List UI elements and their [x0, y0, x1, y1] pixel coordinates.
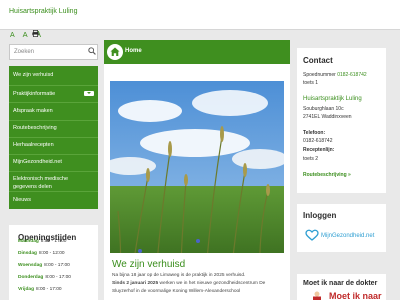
- hours-time: 8:00 - 17:00: [40, 239, 67, 244]
- doctor-icon: [313, 291, 321, 300]
- hours-time: 8:00 - 17:00: [45, 275, 71, 280]
- nav-divider: [9, 154, 98, 155]
- nav-divider: [9, 137, 98, 138]
- article-text: Sinds 2 januari 2025 werken we in het ni…: [112, 281, 266, 286]
- search-icon[interactable]: [88, 47, 96, 55]
- font-size-controls: A A A: [10, 30, 47, 39]
- site-name[interactable]: Huisartspraktijk Luling: [9, 8, 77, 15]
- home-icon[interactable]: [107, 44, 123, 60]
- nav-divider: [9, 120, 98, 121]
- hours-day: Vrijdag: [18, 287, 34, 292]
- contact-title: Contact: [303, 56, 333, 65]
- hours-row: Maandag 8:00 - 17:00: [18, 239, 66, 244]
- login-card: Inloggen MijnGezondheid.net: [297, 204, 386, 252]
- street: Souburghlaan 10c: [303, 106, 344, 112]
- doctor-check-banner-text: Moet ik naar: [329, 291, 382, 300]
- sidebar-item-nieuws[interactable]: Nieuws: [9, 197, 98, 203]
- practice-name: Huisartspraktijk Luling: [303, 96, 362, 102]
- hours-row: Vrijdag 8:00 - 17:00: [18, 287, 62, 292]
- hours-day: Woensdag: [18, 263, 43, 268]
- recept-label: Receptenlijn:: [303, 147, 335, 153]
- sidebar-item-herhaalrecepten[interactable]: Herhaalrecepten: [9, 142, 98, 148]
- hours-row: Donderdag 8:00 - 17:00: [18, 275, 71, 280]
- article-text: Na bijna 18 jaar op de Limaweg is de pra…: [112, 273, 246, 278]
- contact-card: Contact Spoednummer 0182-618742 toets 1 …: [297, 48, 386, 193]
- font-size-small[interactable]: A: [10, 32, 15, 39]
- hours-row: Dinsdag 8:00 - 12:00: [18, 251, 65, 256]
- sidebar-item-medische-gegevens[interactable]: Elektronisch medische gegevens delen: [9, 175, 91, 191]
- hours-day: Donderdag: [18, 275, 44, 280]
- hours-time: 8:00 - 17:00: [36, 287, 62, 292]
- tel-label: Telefoon:: [303, 130, 326, 136]
- route-link[interactable]: Routebeschrijving »: [303, 172, 351, 178]
- nav-divider: [9, 191, 98, 192]
- nav-divider: [9, 102, 98, 103]
- phone-ext: toets 1: [303, 80, 319, 86]
- article-title: We zijn verhuisd: [112, 259, 186, 270]
- hours-row: Woensdag 8:00 - 17:00: [18, 263, 70, 268]
- search-input[interactable]: Zoeken: [9, 44, 98, 60]
- doctor-check-title: Moet ik naar de dokter: [303, 280, 378, 287]
- article-text: Sluyzerhof in de voormalige Koning Wille…: [112, 289, 241, 294]
- phone-label: Spoednummer: [303, 72, 336, 78]
- font-size-medium[interactable]: A: [23, 30, 28, 39]
- sidebar-item-mijngezondheid[interactable]: MijnGezondheid.net: [9, 159, 98, 165]
- sidebar-item-route[interactable]: Routebeschrijving: [9, 125, 98, 131]
- hours-time: 8:00 - 12:00: [38, 251, 65, 256]
- doctor-check-banner[interactable]: Moet ik naar: [303, 291, 382, 300]
- breadcrumb: Home: [104, 40, 290, 64]
- sidebar-item-afspraak[interactable]: Afspraak maken: [9, 108, 98, 114]
- city: 2741EL Waddinxveen: [303, 114, 352, 120]
- article: We zijn verhuisd Na bijna 18 jaar op de …: [104, 253, 290, 300]
- opening-hours: Openingstijden Maandag 8:00 - 17:00 Dinsd…: [9, 225, 98, 300]
- doctor-check-card: Moet ik naar de dokter Moet ik naar: [297, 274, 386, 300]
- breadcrumb-home[interactable]: Home: [125, 48, 142, 54]
- article-date: Sinds 2 januari 2025: [112, 281, 159, 286]
- mijngezondheid-logo[interactable]: [305, 229, 319, 241]
- top-bar: Huisartspraktijk Luling: [0, 0, 400, 30]
- hours-day: Maandag: [18, 239, 39, 244]
- login-title: Inloggen: [303, 211, 337, 220]
- chevron-down-icon[interactable]: [84, 91, 94, 96]
- sidebar-nav: We zijn verhuisd Praktijkinformatie Afsp…: [9, 66, 98, 209]
- hours-time: 8:00 - 17:00: [44, 263, 70, 268]
- nav-divider: [9, 85, 98, 86]
- contact-phone-line: Spoednummer 0182-618742: [303, 72, 367, 78]
- nav-divider: [9, 171, 98, 172]
- sidebar-item-verhuisd[interactable]: We zijn verhuisd: [9, 72, 98, 78]
- mijngezondheid-link[interactable]: MijnGezondheid.net: [321, 233, 374, 239]
- hours-day: Dinsdag: [18, 251, 37, 256]
- print-icon[interactable]: [32, 30, 39, 37]
- phone-link[interactable]: 0182-618742: [337, 72, 366, 78]
- tel[interactable]: 0182-618742: [303, 138, 332, 144]
- recept: toets 2: [303, 156, 319, 162]
